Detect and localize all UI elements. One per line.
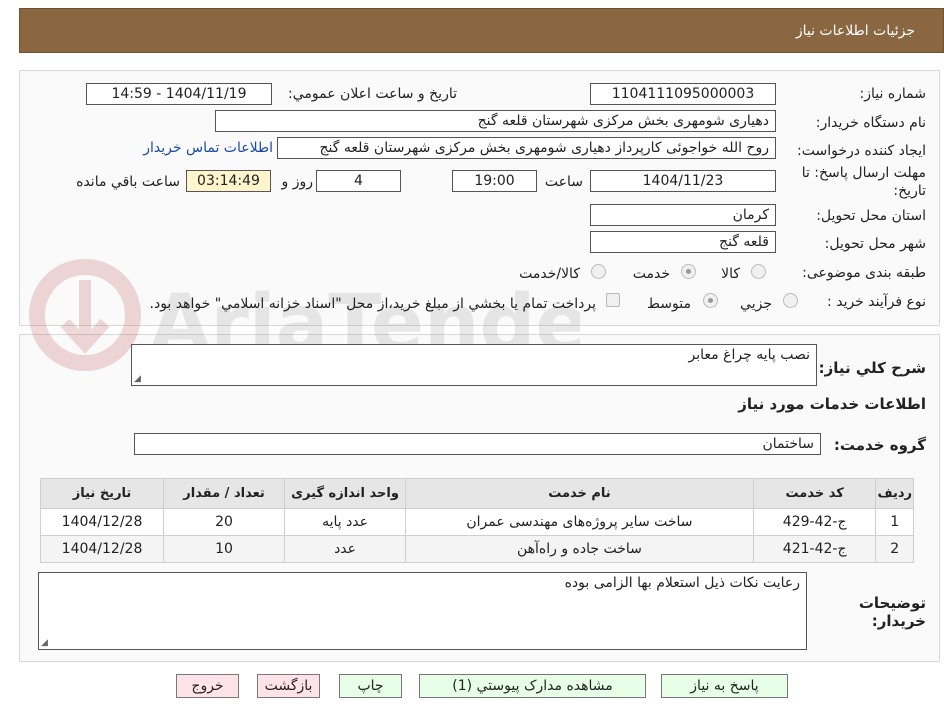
city-label: شهر محل تحويل: [824, 236, 926, 252]
print-button[interactable]: چاپ [339, 674, 402, 698]
treasury-bond-checkbox[interactable] [606, 293, 620, 307]
deadline-time-label: ساعت [544, 174, 583, 190]
days-label: روز و [281, 174, 314, 190]
need-number-label: شماره نیاز: [859, 86, 927, 102]
category-goods-service-label: کالا/خدمت [519, 266, 580, 282]
requester-field: روح الله خواجوئی کارپرداز دهیاری شومهری … [277, 137, 776, 159]
col-unit: واحد اندازه گيری [284, 478, 407, 509]
remaining-time-field: 03:14:49 [186, 170, 271, 192]
province-label: استان محل تحويل: [816, 208, 926, 224]
category-goods-radio[interactable] [751, 264, 766, 279]
category-service-label: خدمت [632, 266, 670, 282]
buyer-notes-label: توضيحات خريدار: [858, 594, 926, 630]
view-attachments-button[interactable]: مشاهده مدارک پيوستي (1) [419, 674, 646, 698]
cell-service-code: ج-42-421 [752, 535, 877, 563]
resize-grip-icon[interactable]: ◢ [41, 638, 48, 648]
cell-row-number: 2 [875, 535, 914, 563]
cell-service-code: ج-42-429 [752, 508, 877, 536]
category-label: طبقه بندی موضوعی: [802, 265, 926, 281]
col-service-code: کد خدمت [752, 478, 877, 509]
cell-service-name: ساخت سایر پروژه‌های مهندسی عمران [405, 508, 754, 536]
buyer-notes-textarea: رعایت نکات ذیل استعلام بها الزامی بوده ◢ [38, 572, 807, 650]
purchase-medium-label: متوسط [647, 296, 691, 312]
treasury-bond-note: پرداخت تمام يا بخشي از مبلغ خريد،از محل … [149, 296, 596, 312]
need-number-field: 1104111095000003 [590, 83, 776, 105]
category-goods-service-radio[interactable] [591, 264, 606, 279]
deadline-time-field: 19:00 [452, 170, 537, 192]
category-goods-label: کالا [721, 266, 740, 282]
remaining-label: ساعت باقي مانده [76, 174, 180, 190]
cell-need-date: 1404/12/28 [39, 535, 165, 563]
services-section-title: اطلاعات خدمات مورد نياز [738, 395, 926, 413]
cell-unit: عدد [284, 535, 407, 563]
summary-label: شرح کلي نياز: [818, 359, 926, 377]
announce-label: تاریخ و ساعت اعلان عمومي: [288, 86, 457, 102]
cell-unit: عدد پایه [284, 508, 407, 536]
service-group-field: ساختمان [134, 433, 821, 455]
resize-grip-icon[interactable]: ◢ [134, 374, 141, 384]
buyer-org-label: نام دستگاه خريدار: [815, 115, 926, 131]
deadline-date-field: 1404/11/23 [590, 170, 776, 192]
cell-quantity: 10 [163, 535, 286, 563]
cell-service-name: ساخت جاده و راه‌آهن [405, 535, 754, 563]
col-row-number: رديف [875, 478, 914, 509]
requester-label: ايجاد کننده درخواست: [797, 143, 926, 159]
remaining-days-field: 4 [316, 170, 401, 192]
service-group-label: گروه خدمت: [833, 436, 926, 454]
announce-datetime-field: 1404/11/19 - 14:59 [86, 83, 272, 105]
col-need-date: تاريخ نياز [39, 478, 165, 509]
purchase-medium-radio[interactable] [703, 293, 718, 308]
summary-textarea: نصب پایه چراغ معابر ◢ [131, 344, 817, 386]
city-field: قلعه گنج [590, 231, 776, 253]
cell-quantity: 20 [163, 508, 286, 536]
page-header: جزئیات اطلاعات نیاز [19, 8, 944, 53]
back-button[interactable]: بازگشت [257, 674, 320, 698]
buyer-notes-text: رعایت نکات ذیل استعلام بها الزامی بوده [564, 575, 800, 591]
table-row: 1 ج-42-429 ساخت سایر پروژه‌های مهندسی عم… [39, 508, 914, 536]
summary-text: نصب پایه چراغ معابر [688, 347, 810, 363]
cell-row-number: 1 [875, 508, 914, 536]
buyer-org-field: دهیاری شومهری بخش مرکزی شهرستان قلعه گنج [215, 110, 776, 132]
page-title: جزئیات اطلاعات نیاز [795, 23, 915, 39]
province-field: کرمان [590, 204, 776, 226]
exit-button[interactable]: خروج [176, 674, 239, 698]
category-service-radio[interactable] [681, 264, 696, 279]
reply-button[interactable]: پاسخ به نياز [661, 674, 788, 698]
purchase-minor-radio[interactable] [783, 293, 798, 308]
services-table: رديف کد خدمت نام خدمت واحد اندازه گيری ت… [39, 478, 914, 563]
purchase-minor-label: جزيي [740, 296, 772, 312]
cell-need-date: 1404/12/28 [39, 508, 165, 536]
table-row: 2 ج-42-421 ساخت جاده و راه‌آهن عدد 10 14… [39, 535, 914, 563]
purchase-type-label: نوع فرآیند خرید : [827, 294, 926, 310]
table-header-row: رديف کد خدمت نام خدمت واحد اندازه گيری ت… [39, 478, 914, 509]
deadline-label: مهلت ارسال پاسخ: تا تاريخ: [801, 165, 926, 199]
col-service-name: نام خدمت [405, 478, 754, 509]
col-quantity: تعداد / مقدار [163, 478, 286, 509]
buyer-contact-link[interactable]: اطلاعات تماس خريدار [143, 140, 273, 156]
